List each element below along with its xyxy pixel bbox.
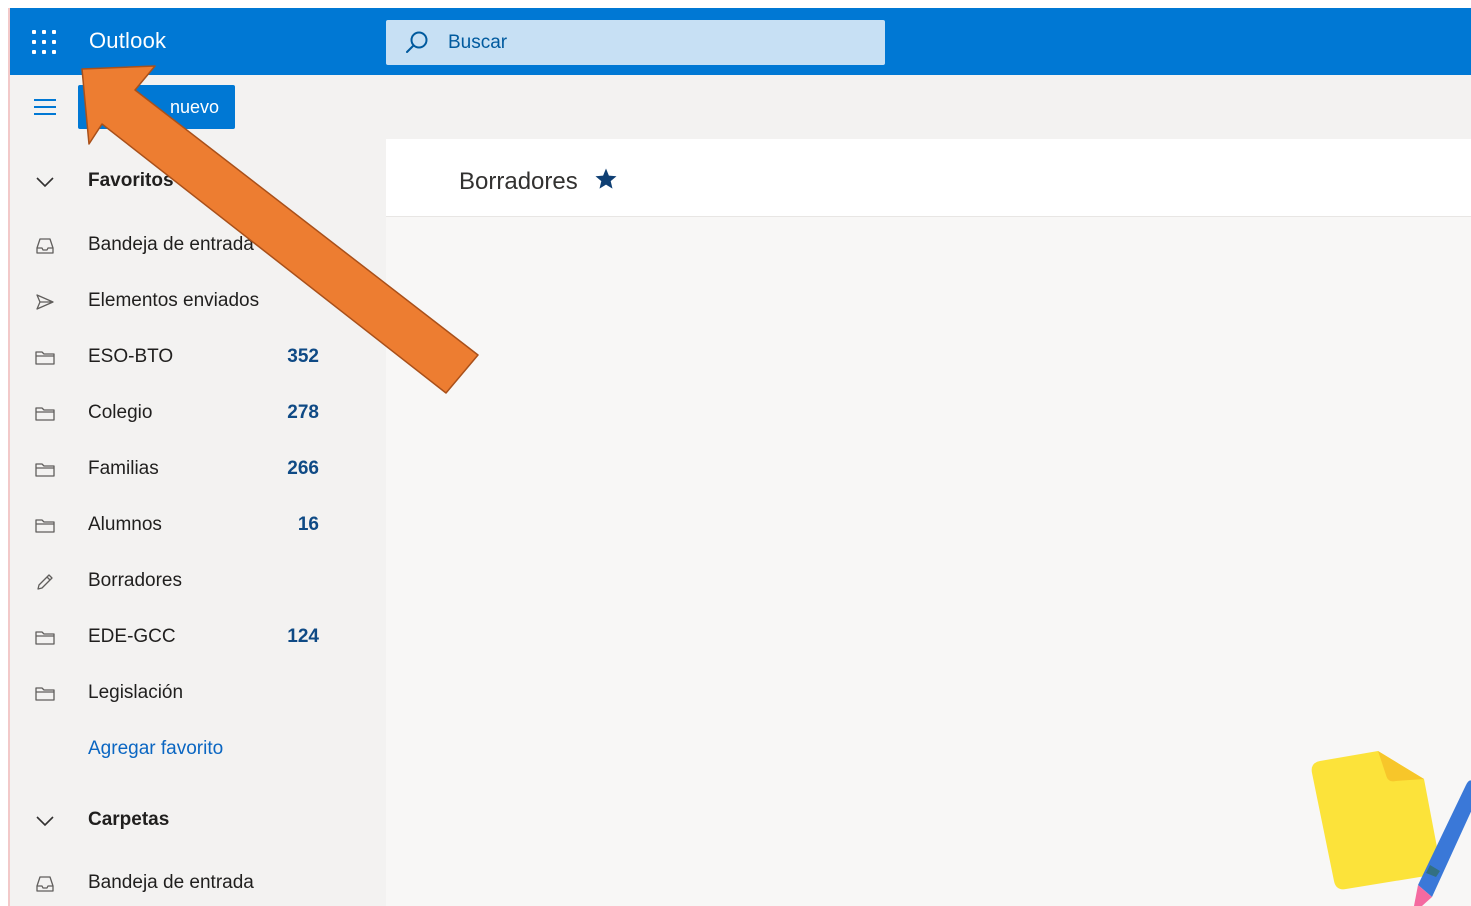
favorite-item-label: Borradores	[88, 570, 182, 591]
folder-title: Borradores	[459, 168, 578, 195]
favorite-item-label: Bandeja de entrada	[88, 234, 254, 255]
hamburger-menu-icon[interactable]	[32, 97, 58, 117]
folder-icon	[35, 463, 55, 477]
add-favorite-link[interactable]: Agregar favorito	[10, 724, 386, 776]
folder-icon	[35, 407, 55, 421]
favorite-item-label: ESO-BTO	[88, 346, 174, 367]
folder-item-label: Bandeja de entrada	[88, 872, 254, 893]
favorite-item-inbox[interactable]: Bandeja de entrada	[10, 220, 386, 272]
unread-count: 16	[297, 514, 319, 535]
folder-item-inbox[interactable]: Bandeja de entrada	[10, 858, 386, 906]
chevron-down-icon[interactable]	[34, 171, 56, 193]
new-message-button[interactable]: nuevo	[78, 85, 235, 129]
favorites-label: Favoritos	[88, 170, 174, 191]
favorite-item-label: Alumnos	[88, 514, 162, 535]
favorite-item-ede-gcc[interactable]: EDE-GCC 124	[10, 612, 386, 664]
send-icon	[36, 294, 54, 310]
favorite-item-label: EDE-GCC	[88, 626, 176, 647]
inbox-icon	[36, 876, 54, 892]
unread-count: 266	[287, 458, 319, 479]
pencil-icon	[37, 574, 53, 590]
empty-drafts-illustration	[1311, 751, 1471, 906]
folder-icon	[35, 519, 55, 533]
folders-section-header[interactable]: Carpetas	[10, 795, 386, 847]
top-bar: Outlook	[10, 8, 1471, 75]
star-icon[interactable]	[594, 167, 618, 191]
favorite-item-drafts[interactable]: Borradores	[10, 556, 386, 608]
unread-count: 352	[287, 346, 319, 367]
unread-count: 124	[287, 626, 319, 647]
favorite-item-label: Legislación	[88, 682, 184, 703]
favorites-section-header[interactable]: Favoritos	[10, 156, 386, 208]
unread-count: 278	[287, 402, 319, 423]
favorite-item-label: Colegio	[88, 402, 153, 423]
folder-pane: Favoritos Bandeja de entrada Elementos e…	[10, 139, 386, 906]
app-title[interactable]: Outlook	[89, 28, 166, 54]
app-launcher-icon[interactable]	[32, 30, 56, 54]
folders-label: Carpetas	[88, 809, 170, 830]
favorite-item-eso-bto[interactable]: ESO-BTO 352	[10, 332, 386, 384]
favorite-item-label: Elementos enviados	[88, 290, 260, 311]
add-favorite-label: Agregar favorito	[88, 738, 224, 759]
search-box[interactable]	[386, 20, 885, 65]
command-bar: nuevo	[10, 75, 1471, 139]
outlook-window: Outlook nuevo Favoritos Bandeja de	[10, 8, 1471, 906]
inbox-icon	[36, 238, 54, 254]
folder-header: Borradores	[386, 139, 1471, 217]
favorite-item-colegio[interactable]: Colegio 278	[10, 388, 386, 440]
favorite-item-sent[interactable]: Elementos enviados	[10, 276, 386, 328]
favorite-item-legislacion[interactable]: Legislación	[10, 668, 386, 720]
search-icon	[406, 31, 428, 53]
folder-icon	[35, 687, 55, 701]
folder-icon	[35, 631, 55, 645]
favorite-item-label: Familias	[88, 458, 159, 479]
message-list-pane: Borradores	[386, 139, 1471, 906]
favorite-item-alumnos[interactable]: Alumnos 16	[10, 500, 386, 552]
chevron-down-icon[interactable]	[34, 810, 56, 832]
favorite-item-familias[interactable]: Familias 266	[10, 444, 386, 496]
folder-icon	[35, 351, 55, 365]
search-input[interactable]	[448, 20, 868, 65]
